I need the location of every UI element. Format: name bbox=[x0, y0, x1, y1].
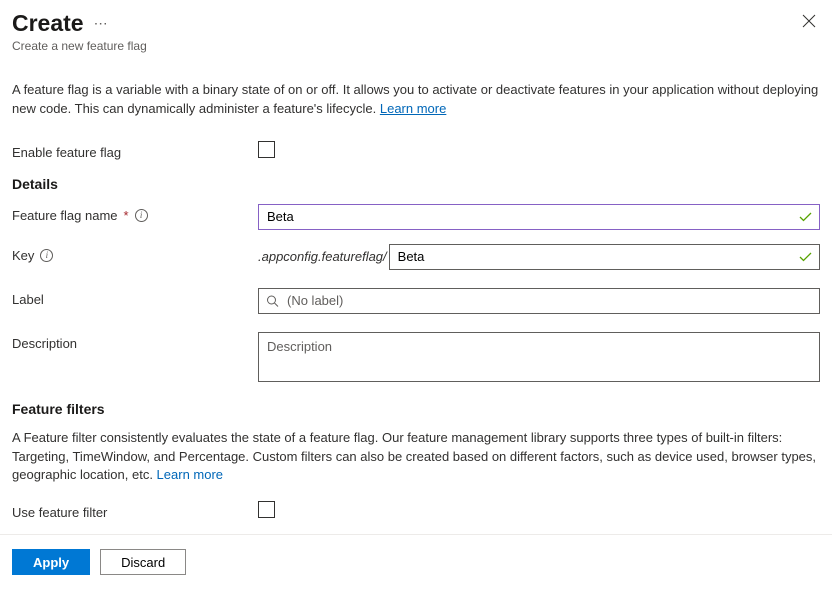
enable-flag-checkbox[interactable] bbox=[258, 141, 275, 158]
page-title: Create bbox=[12, 10, 84, 37]
page-subtitle: Create a new feature flag bbox=[12, 39, 798, 53]
label-input[interactable] bbox=[258, 288, 820, 314]
info-icon[interactable]: i bbox=[135, 209, 148, 222]
info-icon[interactable]: i bbox=[40, 249, 53, 262]
key-input[interactable] bbox=[389, 244, 820, 270]
more-options-button[interactable]: ⋯ bbox=[94, 15, 109, 32]
filters-heading: Feature filters bbox=[12, 401, 820, 417]
key-prefix: .appconfig.featureflag/ bbox=[258, 249, 387, 264]
feature-name-label: Feature flag name bbox=[12, 208, 118, 223]
key-label: Key bbox=[12, 248, 34, 263]
use-filter-checkbox[interactable] bbox=[258, 501, 275, 518]
learn-more-link[interactable]: Learn more bbox=[380, 101, 446, 116]
use-filter-label: Use feature filter bbox=[12, 505, 107, 520]
filters-learn-more-link[interactable]: Learn more bbox=[157, 467, 223, 482]
feature-name-input[interactable] bbox=[258, 204, 820, 230]
label-field-label: Label bbox=[12, 292, 44, 307]
details-heading: Details bbox=[12, 176, 820, 192]
filters-description: A Feature filter consistently evaluates … bbox=[12, 429, 820, 486]
close-button[interactable] bbox=[798, 10, 820, 35]
description-textarea[interactable] bbox=[258, 332, 820, 382]
required-indicator: * bbox=[124, 208, 129, 223]
enable-flag-label: Enable feature flag bbox=[12, 145, 121, 160]
close-icon bbox=[802, 14, 816, 28]
description-label: Description bbox=[12, 336, 77, 351]
apply-button[interactable]: Apply bbox=[12, 549, 90, 575]
discard-button[interactable]: Discard bbox=[100, 549, 186, 575]
intro-text: A feature flag is a variable with a bina… bbox=[12, 81, 820, 119]
